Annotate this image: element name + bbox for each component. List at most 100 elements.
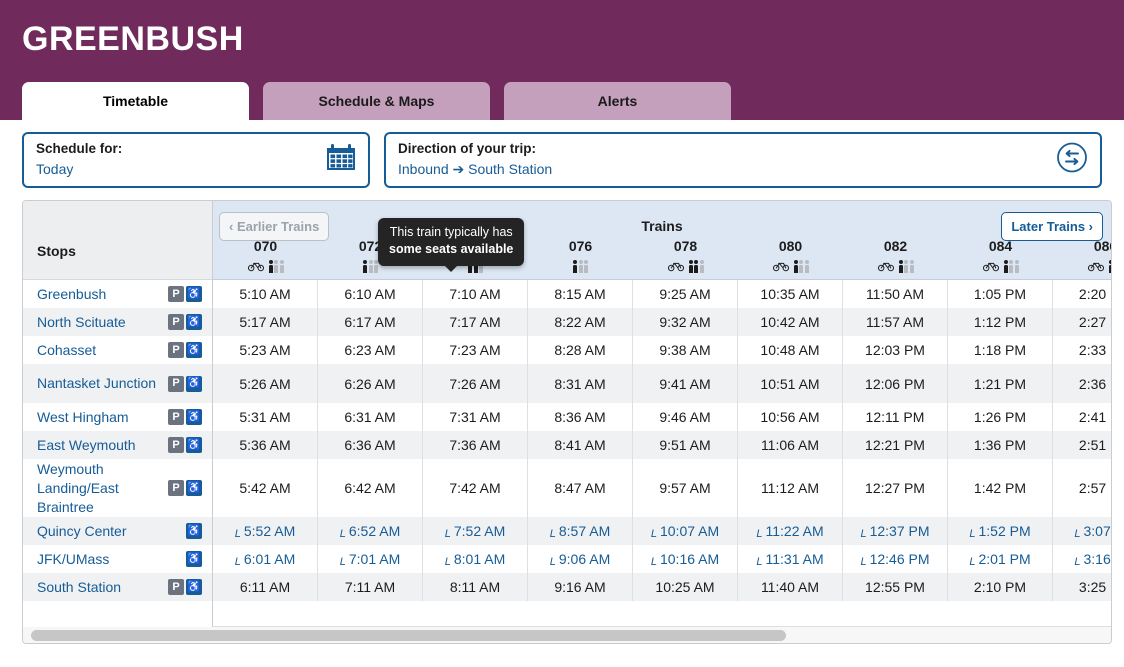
departure-time-cell[interactable]: 5:42 AM — [213, 459, 318, 517]
scrollbar-thumb[interactable] — [31, 630, 786, 641]
tab-timetable[interactable]: Timetable — [22, 82, 249, 120]
departure-time-cell[interactable]: L 6:52 AM — [318, 517, 423, 545]
departure-time-cell[interactable]: 5:31 AM — [213, 403, 318, 431]
departure-time-cell[interactable]: L 8:57 AM — [528, 517, 633, 545]
departure-time-cell[interactable]: L 2:01 PM — [948, 545, 1053, 573]
stop-name-link[interactable]: West Hingham — [37, 408, 129, 427]
stop-name-link[interactable]: Nantasket Junction — [37, 374, 156, 393]
tab-schedule-maps[interactable]: Schedule & Maps — [263, 82, 490, 120]
departure-time-cell[interactable]: 6:10 AM — [318, 280, 423, 308]
departure-time-cell[interactable]: 9:46 AM — [633, 403, 738, 431]
departure-time-cell[interactable]: 6:31 AM — [318, 403, 423, 431]
departure-time-cell[interactable]: L3:16 PM — [1053, 545, 1111, 573]
departure-time-cell[interactable]: 5:36 AM — [213, 431, 318, 459]
departure-time-cell[interactable]: 10:25 AM — [633, 573, 738, 601]
departure-time-cell[interactable]: 10:51 AM — [738, 364, 843, 403]
departure-time-cell[interactable]: 1:18 PM — [948, 336, 1053, 364]
crowding-icon[interactable] — [898, 259, 914, 273]
departure-time-cell[interactable]: 8:31 AM — [528, 364, 633, 403]
departure-time-cell[interactable]: 11:40 AM — [738, 573, 843, 601]
departure-time-cell[interactable]: 12:03 PM — [843, 336, 948, 364]
departure-time-cell[interactable]: 1:12 PM — [948, 308, 1053, 336]
departure-time-cell[interactable]: 8:47 AM — [528, 459, 633, 517]
crowding-icon[interactable] — [573, 259, 588, 273]
departure-time-cell[interactable]: L3:07 PM — [1053, 517, 1111, 545]
departure-time-cell[interactable]: 12:21 PM — [843, 431, 948, 459]
departure-time-cell[interactable]: L 12:37 PM — [843, 517, 948, 545]
train-number[interactable]: 082 — [843, 238, 948, 255]
departure-time-cell[interactable]: L 5:52 AM — [213, 517, 318, 545]
departure-time-cell[interactable]: 11:50 AM — [843, 280, 948, 308]
departure-time-cell[interactable]: 9:32 AM — [633, 308, 738, 336]
departure-time-cell[interactable]: L 1:52 PM — [948, 517, 1053, 545]
departure-time-cell[interactable]: 12:11 PM — [843, 403, 948, 431]
train-column-header[interactable]: 080 — [738, 237, 843, 279]
train-column-header[interactable]: 086 — [1053, 237, 1111, 279]
departure-time-cell[interactable]: 3:25 PM — [1053, 573, 1111, 601]
departure-time-cell[interactable]: 9:51 AM — [633, 431, 738, 459]
departure-time-cell[interactable]: 8:28 AM — [528, 336, 633, 364]
train-column-header[interactable]: 084 — [948, 237, 1053, 279]
departure-time-cell[interactable]: L 10:16 AM — [633, 545, 738, 573]
departure-time-cell[interactable]: 6:26 AM — [318, 364, 423, 403]
departure-time-cell[interactable]: 1:05 PM — [948, 280, 1053, 308]
departure-time-cell[interactable]: L 7:01 AM — [318, 545, 423, 573]
departure-time-cell[interactable]: 9:25 AM — [633, 280, 738, 308]
crowding-icon[interactable] — [1003, 259, 1019, 273]
departure-time-cell[interactable]: 1:21 PM — [948, 364, 1053, 403]
departure-time-cell[interactable]: 2:20 PM — [1053, 280, 1111, 308]
trains-scroll-area[interactable]: Trains ‹ Earlier Trains Later Trains › 0… — [213, 201, 1111, 627]
departure-time-cell[interactable]: 5:26 AM — [213, 364, 318, 403]
stop-name-link[interactable]: North Scituate — [37, 313, 126, 332]
departure-time-cell[interactable]: 2:51 PM — [1053, 431, 1111, 459]
departure-time-cell[interactable]: 9:38 AM — [633, 336, 738, 364]
departure-time-cell[interactable]: 9:16 AM — [528, 573, 633, 601]
train-number[interactable]: 080 — [738, 238, 843, 255]
departure-time-cell[interactable]: 1:26 PM — [948, 403, 1053, 431]
departure-time-cell[interactable]: 7:36 AM — [423, 431, 528, 459]
horizontal-scrollbar[interactable] — [23, 626, 1111, 643]
departure-time-cell[interactable]: 7:10 AM — [423, 280, 528, 308]
departure-time-cell[interactable]: 8:11 AM — [423, 573, 528, 601]
departure-time-cell[interactable]: 2:10 PM — [948, 573, 1053, 601]
departure-time-cell[interactable]: 11:06 AM — [738, 431, 843, 459]
departure-time-cell[interactable]: 12:55 PM — [843, 573, 948, 601]
swap-direction-icon[interactable] — [1056, 142, 1088, 179]
stop-name-link[interactable]: East Weymouth — [37, 436, 136, 455]
departure-time-cell[interactable]: 12:06 PM — [843, 364, 948, 403]
departure-time-cell[interactable]: 2:36 PM — [1053, 364, 1111, 403]
departure-time-cell[interactable]: 2:41 PM — [1053, 403, 1111, 431]
departure-time-cell[interactable]: 5:23 AM — [213, 336, 318, 364]
train-column-header[interactable]: 076 — [528, 237, 633, 279]
departure-time-cell[interactable]: 11:12 AM — [738, 459, 843, 517]
departure-time-cell[interactable]: 11:57 AM — [843, 308, 948, 336]
train-number[interactable]: 070 — [213, 238, 318, 255]
train-number[interactable]: 076 — [528, 238, 633, 255]
departure-time-cell[interactable]: 5:10 AM — [213, 280, 318, 308]
departure-time-cell[interactable]: L 12:46 PM — [843, 545, 948, 573]
departure-time-cell[interactable]: 12:27 PM — [843, 459, 948, 517]
direction-selector[interactable]: Direction of your trip: Inbound ➔ South … — [384, 132, 1102, 188]
departure-time-cell[interactable]: 7:23 AM — [423, 336, 528, 364]
departure-time-cell[interactable]: L 6:01 AM — [213, 545, 318, 573]
crowding-icon[interactable] — [1108, 259, 1111, 273]
departure-time-cell[interactable]: L 11:22 AM — [738, 517, 843, 545]
departure-time-cell[interactable]: 5:17 AM — [213, 308, 318, 336]
departure-time-cell[interactable]: 2:57 PM — [1053, 459, 1111, 517]
departure-time-cell[interactable]: 8:22 AM — [528, 308, 633, 336]
departure-time-cell[interactable]: 8:41 AM — [528, 431, 633, 459]
departure-time-cell[interactable]: L 11:31 AM — [738, 545, 843, 573]
departure-time-cell[interactable]: L 9:06 AM — [528, 545, 633, 573]
departure-time-cell[interactable]: 7:31 AM — [423, 403, 528, 431]
train-number[interactable]: 084 — [948, 238, 1053, 255]
departure-time-cell[interactable]: 6:42 AM — [318, 459, 423, 517]
schedule-date-selector[interactable]: Schedule for: Today — [22, 132, 370, 188]
departure-time-cell[interactable]: 9:41 AM — [633, 364, 738, 403]
stop-name-link[interactable]: JFK/UMass — [37, 550, 109, 569]
stop-name-link[interactable]: Cohasset — [37, 341, 96, 360]
train-number[interactable]: 078 — [633, 238, 738, 255]
stop-name-link[interactable]: Greenbush — [37, 285, 106, 304]
train-column-header[interactable]: 070 — [213, 237, 318, 279]
departure-time-cell[interactable]: 7:11 AM — [318, 573, 423, 601]
stop-name-link[interactable]: Quincy Center — [37, 522, 126, 541]
